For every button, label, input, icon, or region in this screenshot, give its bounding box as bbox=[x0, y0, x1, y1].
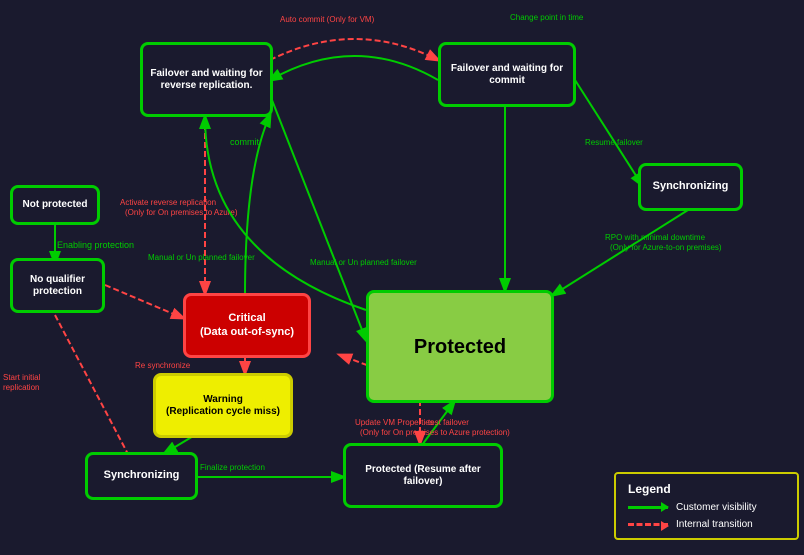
node-not-protected: Not protected bbox=[10, 185, 100, 225]
legend-internal-label: Internal transition bbox=[676, 519, 753, 530]
svg-text:Enabling protection: Enabling protection bbox=[57, 240, 134, 250]
svg-text:Manual or Un planned failover: Manual or Un planned failover bbox=[310, 258, 417, 267]
svg-text:replication: replication bbox=[3, 383, 39, 392]
svg-text:Change point in time: Change point in time bbox=[510, 13, 584, 22]
svg-text:(Only for Azure-to-on premises: (Only for Azure-to-on premises) bbox=[610, 243, 722, 252]
node-warning: Warning(Replication cycle miss) bbox=[153, 373, 293, 438]
legend-external: Customer visibility bbox=[628, 502, 785, 513]
svg-text:Start initial: Start initial bbox=[3, 373, 41, 382]
svg-text:Activate reverse replication: Activate reverse replication bbox=[120, 198, 216, 207]
svg-text:test failover: test failover bbox=[428, 418, 469, 427]
legend-external-label: Customer visibility bbox=[676, 502, 757, 513]
svg-text:Auto commit (Only for VM): Auto commit (Only for VM) bbox=[280, 15, 375, 24]
node-critical: Critical(Data out-of-sync) bbox=[183, 293, 311, 358]
node-failover-reverse: Failover and waiting for reverse replica… bbox=[140, 42, 273, 117]
svg-text:Manual or Un planned failover: Manual or Un planned failover bbox=[148, 253, 255, 262]
legend-box: Legend Customer visibility Internal tran… bbox=[614, 472, 799, 540]
node-protected: Protected bbox=[366, 290, 554, 403]
svg-text:commit: commit bbox=[230, 137, 259, 147]
node-failover-commit: Failover and waiting for commit bbox=[438, 42, 576, 107]
legend-title: Legend bbox=[628, 482, 785, 496]
legend-green-arrow bbox=[628, 506, 668, 509]
svg-text:Finalize protection: Finalize protection bbox=[200, 463, 265, 472]
svg-text:Update VM Properties: Update VM Properties bbox=[355, 418, 434, 427]
svg-text:Resume failover: Resume failover bbox=[585, 138, 643, 147]
node-synchronizing-bottom: Synchronizing bbox=[85, 452, 198, 500]
svg-text:RPO with minimal downtime: RPO with minimal downtime bbox=[605, 233, 706, 242]
legend-internal: Internal transition bbox=[628, 519, 785, 530]
node-no-qualifier: No qualifier protection bbox=[10, 258, 105, 313]
svg-text:(Only for On premises to Azure: (Only for On premises to Azure) bbox=[125, 208, 238, 217]
legend-red-arrow bbox=[628, 523, 668, 526]
svg-text:(Only for On premises to Azure: (Only for On premises to Azure protectio… bbox=[360, 428, 510, 437]
node-protected-failover: Protected (Resume after failover) bbox=[343, 443, 503, 508]
node-synchronizing-top: Synchronizing bbox=[638, 163, 743, 211]
svg-text:Re synchronize: Re synchronize bbox=[135, 361, 191, 370]
diagram-container: Enabling protection Start initial replic… bbox=[0, 0, 804, 555]
